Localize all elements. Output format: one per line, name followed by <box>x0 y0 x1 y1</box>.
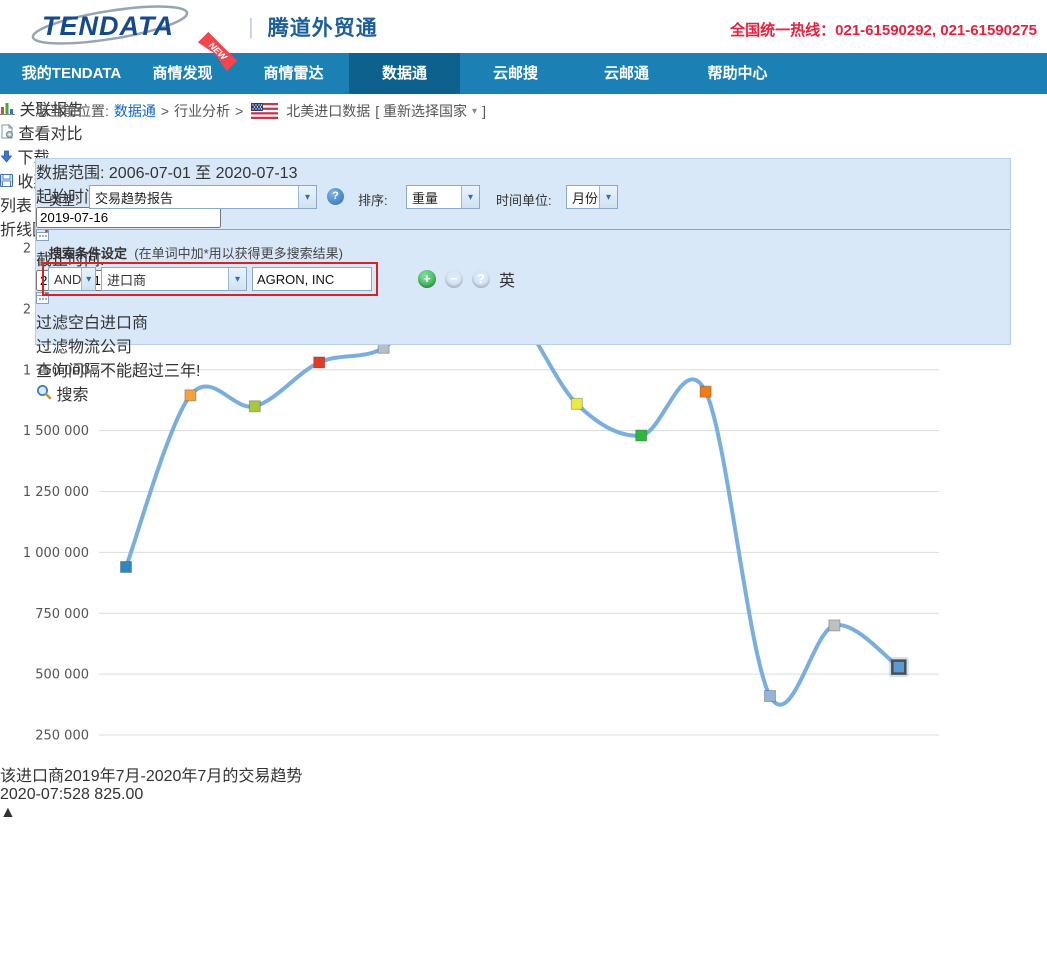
chevron-down-icon: ▾ <box>298 186 316 208</box>
compare-doc-icon <box>0 124 14 139</box>
logo-divider: | <box>248 14 254 40</box>
nav-item-help-center[interactable]: 帮助中心 <box>682 53 793 94</box>
data-point-marker[interactable] <box>765 691 776 702</box>
data-point-marker[interactable] <box>121 561 132 572</box>
filter-panel: 类型: 交易趋势报告 ▾ ? 排序: 重量 ▾ 时间单位: 月份 ▾ 搜索条件设… <box>35 158 1011 345</box>
search-conditions-title: 搜索条件设定 (在单词中加*用以获得更多搜索结果) <box>49 243 343 262</box>
main-nav: 我的TENDATA 商情发现 NEW 商情雷达 数据通 云邮搜 云邮通 帮助中心 <box>0 53 1047 94</box>
divider <box>36 229 1010 230</box>
search-condition-row: AND ▾ 进口商 ▾ <box>42 262 378 296</box>
sort-label: 排序: <box>358 190 388 209</box>
filter-row: 类型: 交易趋势报告 ▾ ? 排序: 重量 ▾ 时间单位: 月份 ▾ <box>36 159 1010 229</box>
nav-item-cloud-mail-search[interactable]: 云邮搜 <box>460 53 571 94</box>
calendar-icon[interactable] <box>36 228 49 245</box>
download-arrow-icon <box>0 150 13 163</box>
data-point-tooltip: 2020-07:528 825.00 <box>0 786 1047 804</box>
selected-data-point-marker[interactable] <box>892 661 905 674</box>
help-icon[interactable]: ? <box>472 270 490 288</box>
y-tick-label: 500 000 <box>35 668 89 683</box>
reselect-country-link[interactable]: [ 重新选择国家 <box>375 101 467 121</box>
help-icon[interactable]: ? <box>327 188 344 205</box>
breadcrumb: 您当前位置: 数据通 > 行业分析 > 北美进口数据 [ 重新选择国家 ▾ ] <box>35 94 1015 128</box>
search-hint: (在单词中加*用以获得更多搜索结果) <box>134 246 343 261</box>
y-tick-label: 1 000 000 <box>23 546 89 561</box>
interval-warning-text: 查询间隔不能超过三年! <box>36 357 1010 381</box>
nav-item-cloud-mail[interactable]: 云邮通 <box>571 53 682 94</box>
report-type-select[interactable]: 交易趋势报告 ▾ <box>89 185 317 209</box>
data-point-marker[interactable] <box>636 430 647 441</box>
time-unit-select[interactable]: 月份 ▾ <box>566 185 618 209</box>
data-point-marker[interactable] <box>829 620 840 631</box>
scroll-up-arrow-icon[interactable]: ▲ <box>0 804 1047 822</box>
page: TENDATA | 腾道外贸通 全国统一热线：021-61590292, 021… <box>0 0 1047 969</box>
nav-item-data-hub[interactable]: 数据通 <box>349 53 460 94</box>
language-toggle[interactable]: 英 <box>499 267 515 291</box>
chevron-down-icon: ▾ <box>81 268 95 290</box>
brand-name: 腾道外贸通 <box>268 12 378 42</box>
add-condition-icon[interactable]: + <box>418 270 436 288</box>
y-tick-label: 750 000 <box>35 607 89 622</box>
condition-row-actions: + − ? 英 <box>418 267 515 291</box>
filter-blank-importer-checkbox[interactable]: 过滤空白进口商 <box>36 309 1010 333</box>
svg-text:TENDATA: TENDATA <box>42 11 174 41</box>
filter-logistics-checkbox[interactable]: 过滤物流公司 <box>36 333 1010 357</box>
chart-annotation: 该进口商2019年7月-2020年7月的交易趋势 <box>0 762 1047 786</box>
y-tick-label: 1 500 000 <box>23 424 89 439</box>
header: TENDATA | 腾道外贸通 全国统一热线：021-61590292, 021… <box>0 0 1047 53</box>
y-tick-label: 1 250 000 <box>23 485 89 500</box>
breadcrumb-prefix: 您当前位置: <box>35 101 109 121</box>
chevron-down-icon: ▾ <box>599 186 617 208</box>
chevron-down-icon: ▾ <box>461 186 479 208</box>
hotline-text: 全国统一热线：021-61590292, 021-61590275 <box>730 19 1037 40</box>
field-select[interactable]: 进口商 ▾ <box>101 267 247 291</box>
search-button[interactable]: 搜索 <box>36 381 1010 405</box>
breadcrumb-current: 北美进口数据 <box>286 101 370 121</box>
nav-item-my-tendata[interactable]: 我的TENDATA <box>16 53 127 94</box>
search-icon <box>36 384 52 400</box>
save-disk-icon <box>0 174 13 187</box>
chevron-down-icon: ▾ <box>228 268 246 290</box>
type-label: 类型: <box>49 190 79 209</box>
chevron-down-icon[interactable]: ▾ <box>472 106 477 117</box>
y-tick-label: 250 000 <box>35 729 89 744</box>
nav-item-discovery[interactable]: 商情发现 NEW <box>127 53 238 94</box>
bar-chart-icon <box>0 101 15 115</box>
breadcrumb-link-industry-analysis[interactable]: 行业分析 <box>174 101 230 121</box>
sort-select[interactable]: 重量 ▾ <box>406 185 480 209</box>
time-unit-label: 时间单位: <box>496 190 552 209</box>
remove-condition-icon[interactable]: − <box>445 270 463 288</box>
breadcrumb-link-data-hub[interactable]: 数据通 <box>114 101 156 121</box>
keyword-input[interactable] <box>252 267 372 291</box>
nav-item-radar[interactable]: 商情雷达 <box>238 53 349 94</box>
operator-select[interactable]: AND ▾ <box>48 267 96 291</box>
us-flag-icon <box>251 103 278 119</box>
vertical-scrollbar[interactable]: ▲ <box>0 804 1047 822</box>
